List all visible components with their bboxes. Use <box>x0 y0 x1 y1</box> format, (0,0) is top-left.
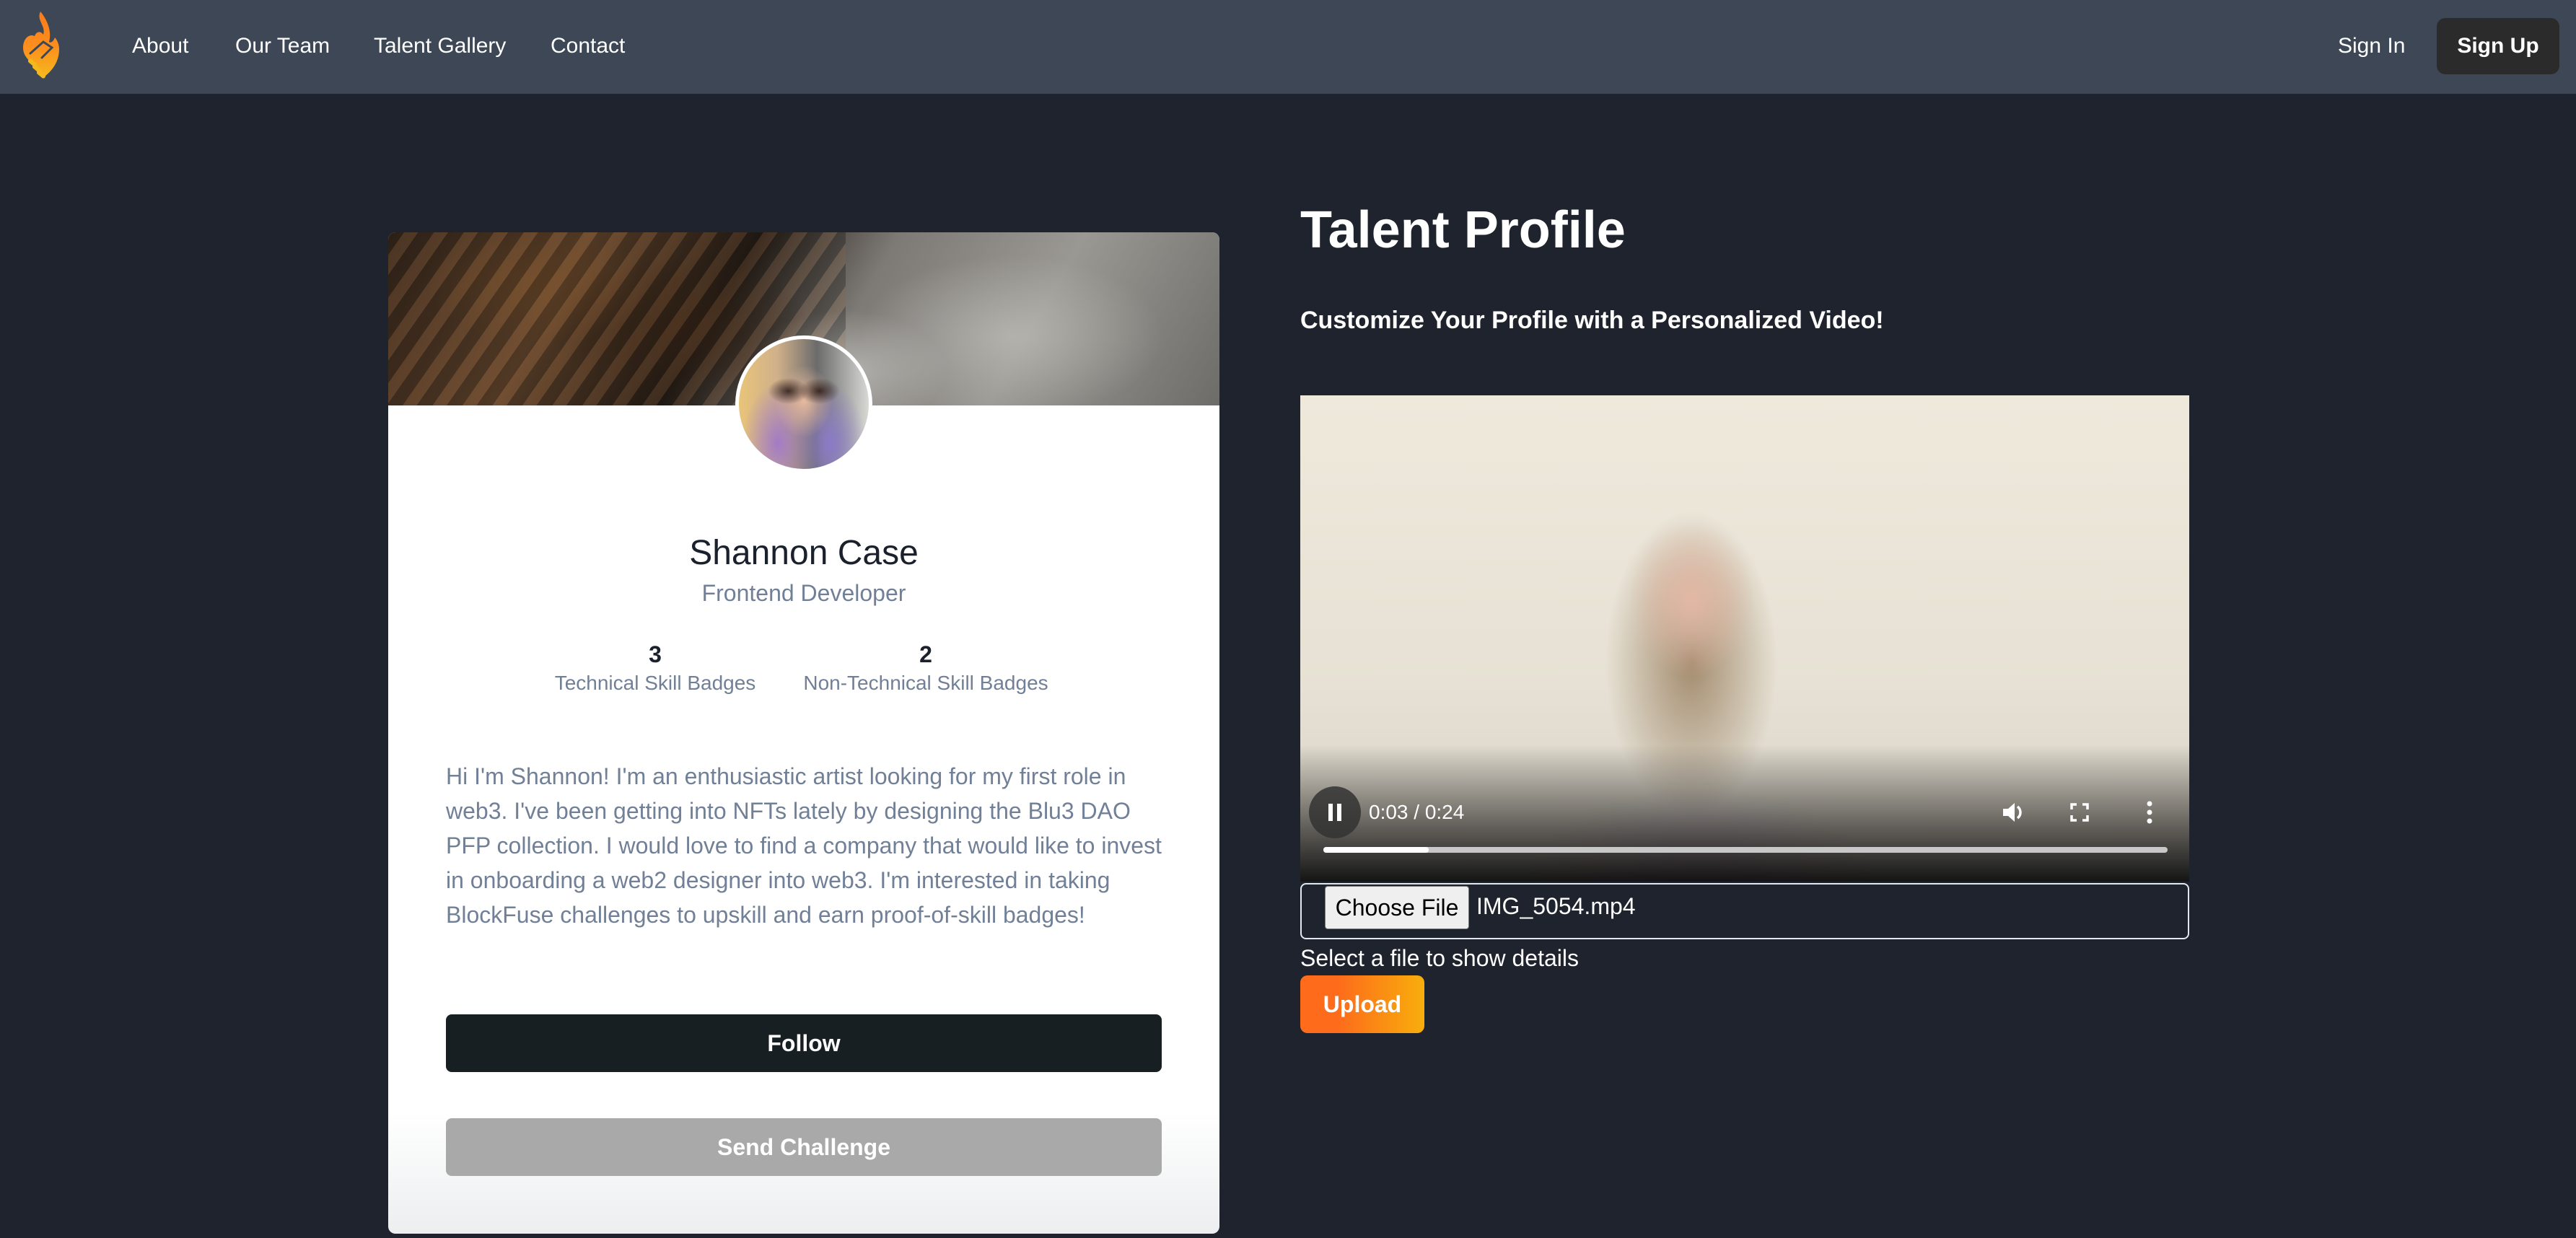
sign-in-link[interactable]: Sign In <box>2338 32 2405 61</box>
nav-link-about[interactable]: About <box>132 32 188 61</box>
avatar <box>735 335 872 473</box>
pause-icon[interactable] <box>1309 786 1361 838</box>
nav-link-our-team[interactable]: Our Team <box>235 32 330 61</box>
video-progress-bar[interactable] <box>1323 847 2168 853</box>
stat-non-technical-badges: 2 Non-Technical Skill Badges <box>792 640 1059 698</box>
more-options-icon[interactable] <box>2135 798 2164 827</box>
fullscreen-icon[interactable] <box>2065 798 2094 827</box>
video-player[interactable]: 0:03 / 0:24 <box>1300 395 2189 882</box>
profile-name: Shannon Case <box>689 534 919 572</box>
volume-icon[interactable] <box>1999 798 2028 827</box>
follow-button[interactable]: Follow <box>446 1014 1162 1072</box>
send-challenge-button[interactable]: Send Challenge <box>446 1118 1162 1176</box>
sign-up-button[interactable]: Sign Up <box>2437 18 2559 74</box>
choose-file-button[interactable]: Choose File <box>1325 886 1469 929</box>
nav-link-contact[interactable]: Contact <box>551 32 625 61</box>
nav-link-talent-gallery[interactable]: Talent Gallery <box>374 32 506 61</box>
video-time: 0:03 / 0:24 <box>1369 801 1465 823</box>
flame-handshake-logo-icon[interactable] <box>14 10 66 84</box>
stat-count: 3 <box>649 641 662 667</box>
navbar: About Our Team Talent Gallery Contact Si… <box>0 0 2576 94</box>
page-subtitle: Customize Your Profile with a Personaliz… <box>1300 307 1884 334</box>
video-file-input[interactable]: Choose File IMG_5054.mp4 <box>1300 883 2189 939</box>
stat-label: Technical Skill Badges <box>554 672 756 694</box>
page-title: Talent Profile <box>1300 201 1626 259</box>
file-details-text: Select a file to show details <box>1300 945 1579 971</box>
profile-card: Shannon Case Frontend Developer 3 Techni… <box>388 232 1219 1234</box>
video-progress-fill <box>1323 847 1429 853</box>
upload-button[interactable]: Upload <box>1300 975 1424 1033</box>
stat-technical-badges: 3 Technical Skill Badges <box>554 640 756 698</box>
selected-file-name: IMG_5054.mp4 <box>1476 893 1636 919</box>
profile-role: Frontend Developer <box>701 580 906 606</box>
stat-label: Non-Technical Skill Badges <box>803 672 1048 694</box>
profile-bio: Hi I'm Shannon! I'm an enthusiastic arti… <box>446 763 1162 928</box>
stat-count: 2 <box>919 641 932 667</box>
